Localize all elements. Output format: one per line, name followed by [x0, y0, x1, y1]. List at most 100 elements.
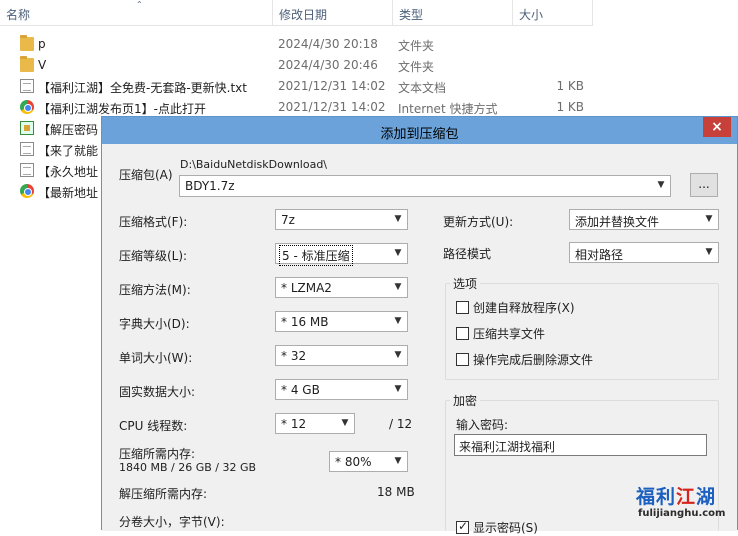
dictionary-label: 字典大小(D): — [119, 317, 190, 331]
word-size-combo[interactable]: * 32 ▼ — [275, 345, 408, 366]
file-name: 【来了就能 — [38, 144, 99, 158]
show-password-checkbox[interactable] — [456, 519, 469, 534]
column-name-label: 名称 — [6, 8, 31, 22]
file-size: 1 KB — [556, 79, 584, 93]
close-button[interactable]: × — [703, 117, 731, 137]
volume-size-label: 分卷大小，字节(V): — [119, 515, 225, 529]
file-date: 2021/12/31 14:02 — [278, 100, 386, 114]
column-header-type[interactable]: 类型 — [393, 0, 513, 26]
chevron-down-icon[interactable]: ▼ — [654, 176, 668, 195]
column-size-label: 大小 — [519, 8, 544, 22]
method-combo[interactable]: * LZMA2 ▼ — [275, 277, 408, 298]
password-input[interactable]: 来福利江湖找福利 — [454, 434, 707, 456]
column-header-date[interactable]: 修改日期 — [273, 0, 393, 26]
browse-button[interactable]: ... — [690, 173, 718, 197]
chevron-down-icon[interactable]: ▼ — [702, 243, 716, 262]
chevron-down-icon[interactable]: ▼ — [391, 210, 405, 229]
column-header-size[interactable]: 大小 — [513, 0, 593, 26]
memory-usage-combo[interactable]: * 80% ▼ — [329, 451, 408, 472]
file-row[interactable]: p 2024/4/30 20:18 文件夹 — [0, 34, 600, 55]
watermark-logo-text: 福利江湖 — [636, 482, 716, 509]
column-type-label: 类型 — [399, 8, 424, 22]
shared-files-checkbox[interactable] — [456, 327, 469, 340]
sfx-checkbox[interactable] — [456, 301, 469, 314]
format-label: 压缩格式(F): — [119, 215, 188, 229]
chevron-down-icon[interactable]: ▼ — [391, 380, 405, 399]
file-date: 2021/12/31 14:02 — [278, 79, 386, 93]
delete-after-checkbox[interactable] — [456, 353, 469, 366]
archive-name-value: BDY1.7z — [185, 179, 235, 193]
path-mode-label: 路径模式 — [443, 247, 492, 261]
file-name: V — [38, 58, 47, 72]
folder-icon — [20, 35, 34, 51]
shared-files-checkbox-label[interactable]: 压缩共享文件 — [473, 325, 545, 342]
chevron-down-icon[interactable]: ▼ — [391, 346, 405, 365]
file-name: 【最新地址 — [38, 186, 99, 200]
chevron-down-icon[interactable]: ▼ — [338, 414, 352, 433]
sfx-checkbox-label[interactable]: 创建自释放程序(X) — [473, 299, 575, 316]
watermark-url: fulijianghu.com — [638, 508, 726, 519]
solid-block-value: * 4 GB — [281, 383, 320, 397]
dictionary-combo[interactable]: * 16 MB ▼ — [275, 311, 408, 332]
sort-ascending-icon: ⌃ — [136, 0, 143, 9]
file-date: 2024/4/30 20:46 — [278, 58, 378, 72]
browse-button-label: ... — [698, 177, 710, 191]
level-value: 5 - 标准压缩 — [279, 245, 353, 266]
file-type: 文件夹 — [398, 39, 435, 53]
threads-label: CPU 线程数: — [119, 419, 188, 433]
delete-after-checkbox-label[interactable]: 操作完成后删除源文件 — [473, 351, 593, 368]
internet-shortcut-icon — [20, 100, 34, 114]
chevron-down-icon[interactable]: ▼ — [391, 312, 405, 331]
solid-block-combo[interactable]: * 4 GB ▼ — [275, 379, 408, 400]
file-row[interactable]: 【福利江湖】全免费-无套路-更新快.txt 2021/12/31 14:02 文… — [0, 76, 600, 97]
decompress-memory-value: 18 MB — [377, 485, 415, 499]
memory-usage-value: * 80% — [335, 455, 372, 469]
format-combo[interactable]: 7z ▼ — [275, 209, 408, 230]
word-size-label: 单词大小(W): — [119, 351, 193, 365]
password-label: 输入密码: — [456, 418, 509, 432]
watermark-logo-part: 江 — [676, 486, 697, 508]
file-row[interactable]: V 2024/4/30 20:46 文件夹 — [0, 55, 600, 76]
archive-name-combo[interactable]: BDY1.7z ▼ — [179, 175, 671, 197]
update-mode-combo[interactable]: 添加并替换文件 ▼ — [569, 209, 719, 230]
threads-value: * 12 — [281, 417, 307, 431]
chevron-down-icon[interactable]: ▼ — [702, 210, 716, 229]
threads-max: / 12 — [389, 417, 413, 431]
file-size: 1 KB — [556, 100, 584, 114]
site-watermark-logo: 福利江湖 fulijianghu.com — [634, 482, 738, 528]
text-file-icon — [20, 163, 34, 177]
chevron-down-icon[interactable]: ▼ — [391, 452, 405, 471]
dictionary-value: * 16 MB — [281, 315, 329, 329]
solid-block-label: 固实数据大小: — [119, 385, 196, 399]
dialog-title: 添加到压缩包 — [380, 127, 459, 142]
path-mode-combo[interactable]: 相对路径 ▼ — [569, 242, 719, 263]
threads-combo[interactable]: * 12 ▼ — [275, 413, 355, 434]
close-icon: × — [711, 119, 723, 135]
show-password-label[interactable]: 显示密码(S) — [473, 519, 538, 536]
file-type: 文本文档 — [398, 81, 447, 95]
options-group-title: 选项 — [450, 275, 481, 292]
file-name: 【解压密码 — [38, 123, 99, 137]
file-date: 2024/4/30 20:18 — [278, 37, 378, 51]
memory-detail: 1840 MB / 26 GB / 32 GB — [119, 461, 257, 474]
dialog-titlebar[interactable]: 添加到压缩包 × — [102, 117, 737, 144]
file-row[interactable]: 【福利江湖发布页1】-点此打开 2021/12/31 14:02 Interne… — [0, 97, 600, 118]
level-combo[interactable]: 5 - 标准压缩 ▼ — [275, 243, 408, 266]
internet-shortcut-icon — [20, 184, 34, 198]
application-icon — [20, 121, 34, 135]
archive-label: 压缩包(A) — [119, 168, 173, 182]
decompress-memory-label: 解压缩所需内存: — [119, 487, 208, 501]
watermark-logo-part: 福利 — [636, 486, 677, 508]
chevron-down-icon[interactable]: ▼ — [391, 278, 405, 297]
level-label: 压缩等级(L): — [119, 249, 188, 263]
archive-directory: D:\BaiduNetdiskDownload\ — [180, 158, 328, 171]
method-value: * LZMA2 — [281, 281, 332, 295]
path-mode-value: 相对路径 — [575, 248, 624, 262]
dialog-body: 压缩包(A) D:\BaiduNetdiskDownload\ BDY1.7z … — [102, 144, 737, 535]
method-label: 压缩方法(M): — [119, 283, 191, 297]
chevron-down-icon[interactable]: ▼ — [391, 244, 405, 263]
folder-icon — [20, 56, 34, 72]
watermark-logo-part: 湖 — [696, 486, 717, 508]
file-name: 【福利江湖发布页1】-点此打开 — [38, 102, 206, 116]
update-mode-value: 添加并替换文件 — [575, 215, 660, 229]
